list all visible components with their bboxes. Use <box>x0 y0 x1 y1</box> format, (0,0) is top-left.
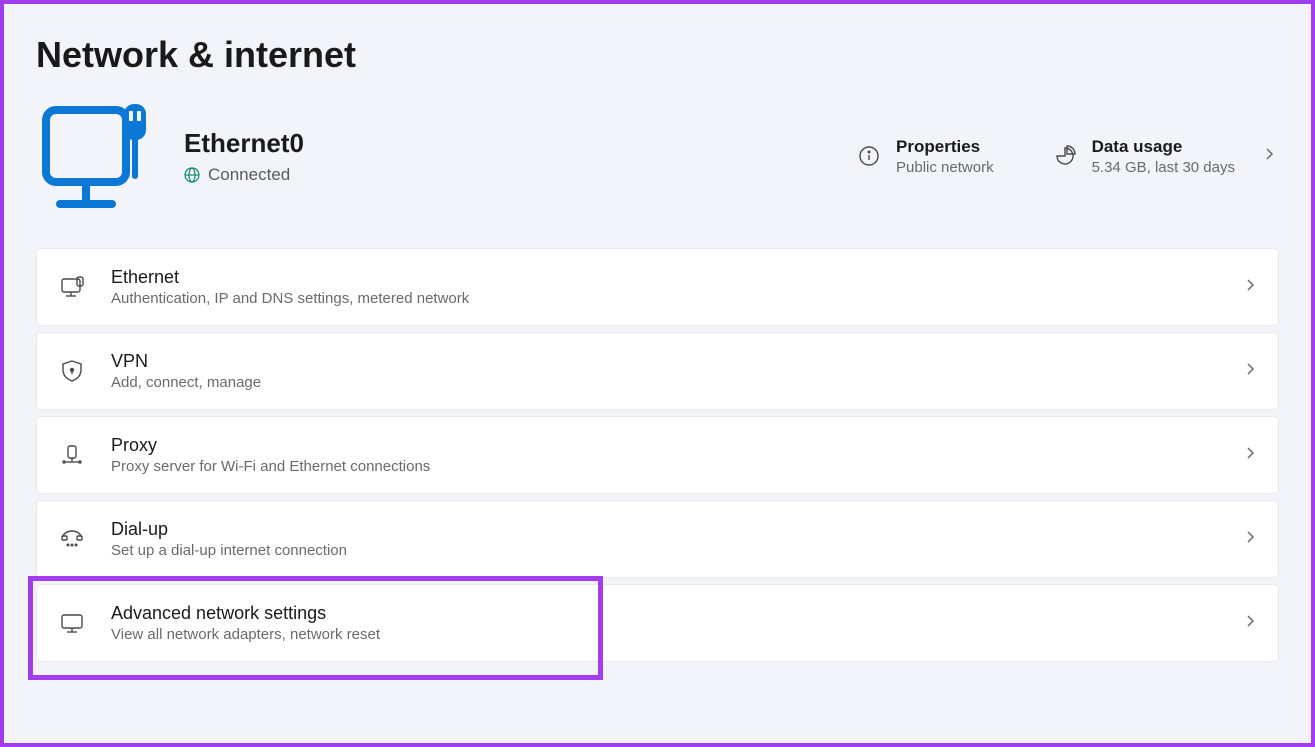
item-title: VPN <box>111 351 1218 372</box>
connection-info: Ethernet0 Connected <box>184 128 858 185</box>
chevron-right-icon <box>1244 277 1256 298</box>
settings-list: Ethernet Authentication, IP and DNS sett… <box>36 248 1279 662</box>
ethernet-item[interactable]: Ethernet Authentication, IP and DNS sett… <box>36 248 1279 326</box>
globe-icon <box>184 167 200 183</box>
page-title: Network & internet <box>36 34 1279 76</box>
advanced-network-item[interactable]: Advanced network settings View all netwo… <box>36 584 1279 662</box>
connection-status: Connected <box>184 165 858 185</box>
chart-icon <box>1054 145 1076 167</box>
chevron-right-icon <box>1244 361 1256 382</box>
item-title: Dial-up <box>111 519 1218 540</box>
info-icon <box>858 145 880 167</box>
shield-lock-icon <box>59 358 85 384</box>
item-title: Ethernet <box>111 267 1218 288</box>
item-desc: Proxy server for Wi-Fi and Ethernet conn… <box>111 458 1218 475</box>
chevron-right-icon <box>1244 445 1256 466</box>
proxy-item[interactable]: Proxy Proxy server for Wi-Fi and Etherne… <box>36 416 1279 494</box>
phone-icon <box>59 526 85 552</box>
item-title: Proxy <box>111 435 1218 456</box>
chevron-right-icon <box>1244 529 1256 550</box>
ethernet-icon <box>59 274 85 300</box>
item-desc: Add, connect, manage <box>111 374 1218 391</box>
data-usage-subtitle: 5.34 GB, last 30 days <box>1092 159 1235 176</box>
item-title: Advanced network settings <box>111 603 1218 624</box>
network-computer-icon <box>40 100 150 212</box>
chevron-right-icon <box>1263 146 1279 167</box>
item-desc: Authentication, IP and DNS settings, met… <box>111 290 1218 307</box>
vpn-item[interactable]: VPN Add, connect, manage <box>36 332 1279 410</box>
connection-name: Ethernet0 <box>184 128 858 159</box>
server-icon <box>59 442 85 468</box>
connection-summary: Ethernet0 Connected Propert <box>36 100 1279 212</box>
dialup-item[interactable]: Dial-up Set up a dial-up internet connec… <box>36 500 1279 578</box>
item-desc: Set up a dial-up internet connection <box>111 542 1218 559</box>
properties-link[interactable]: Properties Public network <box>858 137 994 176</box>
data-usage-link[interactable]: Data usage 5.34 GB, last 30 days <box>1054 137 1279 176</box>
monitor-icon <box>59 610 85 636</box>
properties-title: Properties <box>896 137 994 157</box>
connection-status-text: Connected <box>208 165 290 185</box>
chevron-right-icon <box>1244 613 1256 634</box>
properties-subtitle: Public network <box>896 159 994 176</box>
item-desc: View all network adapters, network reset <box>111 626 1218 643</box>
data-usage-title: Data usage <box>1092 137 1235 157</box>
